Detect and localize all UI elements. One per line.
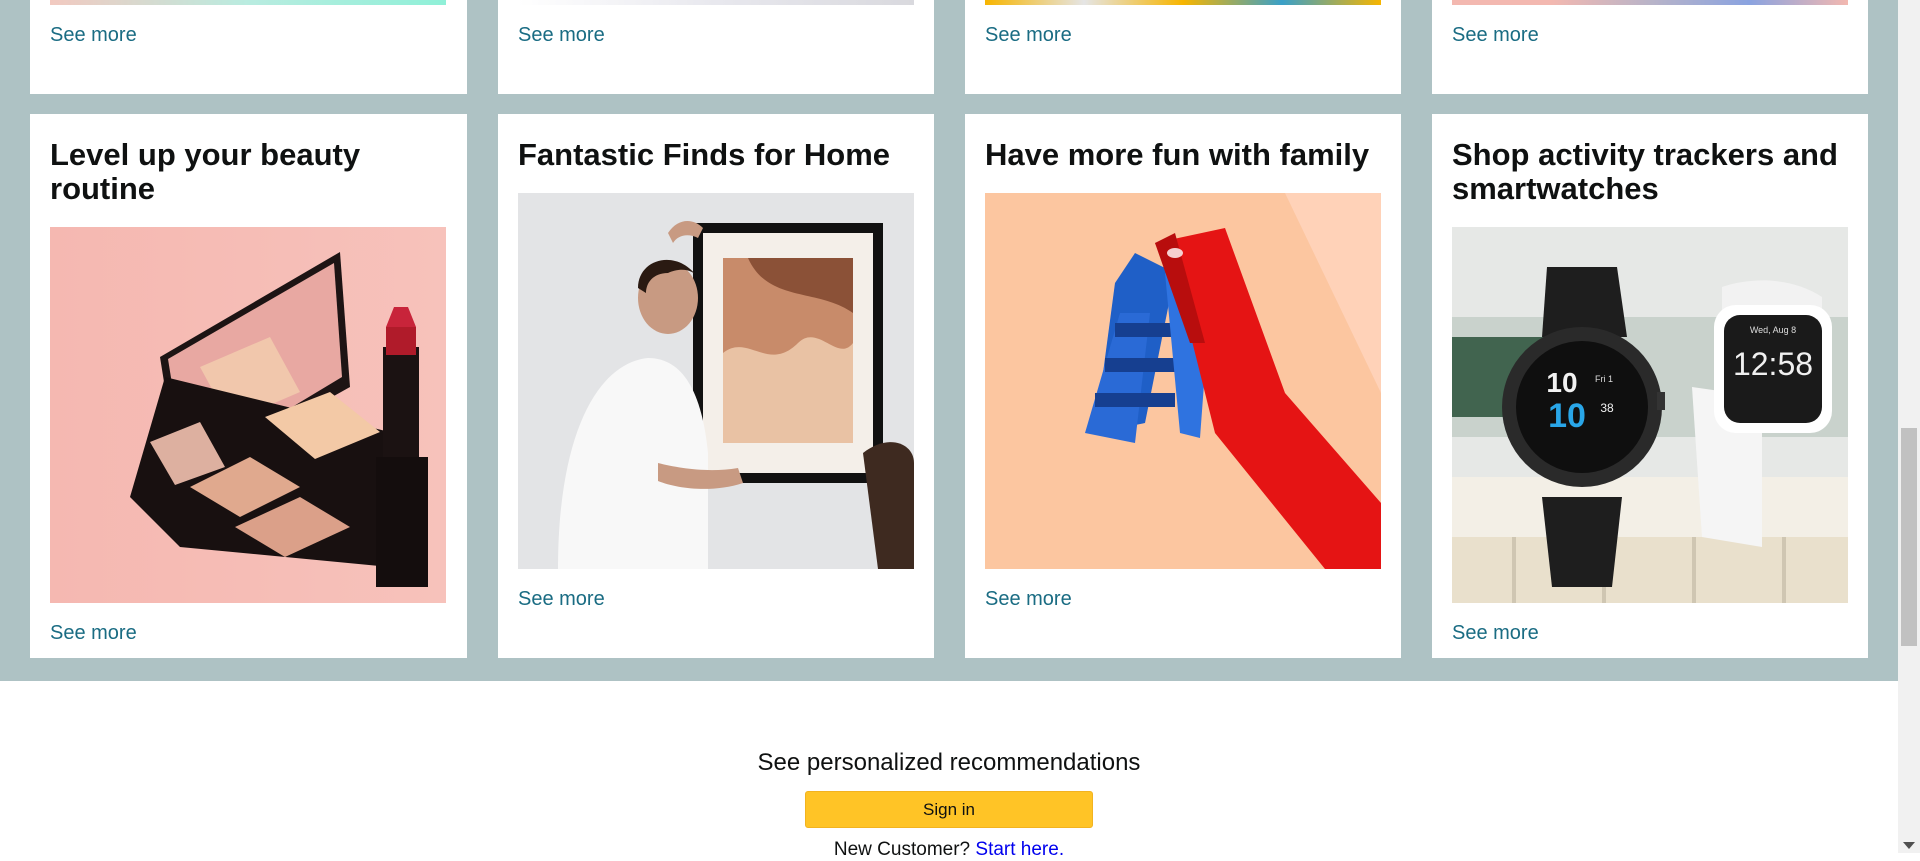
see-more-link[interactable]: See more — [985, 588, 1072, 611]
card-image-edge — [1452, 0, 1848, 5]
makeup-palette-lipstick-image[interactable] — [50, 227, 446, 603]
left-watch-second: 38 — [1600, 401, 1614, 415]
personalized-recommendations-text: See personalized recommendations — [757, 749, 1141, 776]
see-more-link[interactable]: See more — [50, 24, 137, 47]
signin-section: See personalized recommendations Sign in… — [0, 681, 1898, 860]
left-watch-label: Fri 1 — [1595, 374, 1613, 384]
see-more-link[interactable]: See more — [985, 24, 1072, 47]
card-home: Fantastic Finds for Home See more — [498, 114, 934, 658]
see-more-link[interactable]: See more — [518, 588, 605, 611]
card-top-4: See more — [1432, 0, 1868, 94]
card-top-3: See more — [965, 0, 1401, 94]
card-image-edge — [50, 0, 446, 5]
see-more-link[interactable]: See more — [1452, 622, 1539, 645]
card-top-1: See more — [30, 0, 467, 94]
left-watch-hour: 10 — [1546, 367, 1577, 398]
page: See more See more See more See more Leve… — [0, 0, 1898, 860]
scrollbar-thumb[interactable] — [1901, 428, 1917, 646]
vertical-scrollbar[interactable] — [1898, 0, 1920, 853]
new-customer-text: New Customer? — [833, 839, 971, 860]
card-family: Have more fun with family See more — [965, 114, 1401, 658]
card-title: Have more fun with family — [985, 137, 1370, 172]
new-customer-line: New Customer? Start here. — [0, 839, 1898, 861]
card-title: Fantastic Finds for Home — [518, 137, 891, 172]
kids-slide-image[interactable] — [985, 193, 1381, 569]
start-here-link[interactable]: Start here. — [975, 839, 1064, 860]
card-image-edge — [518, 0, 914, 5]
card-title: Shop activity trackers and smartwatches — [1452, 137, 1838, 206]
right-watch-date: Wed, Aug 8 — [1750, 325, 1796, 335]
card-top-2: See more — [498, 0, 934, 94]
card-title: Level up your beauty routine — [50, 137, 361, 206]
smartwatches-image[interactable]: Wed, Aug 8 12:58 10 Fri 1 10 38 — [1452, 227, 1848, 603]
see-more-link[interactable]: See more — [518, 24, 605, 47]
left-watch-minute: 10 — [1548, 397, 1586, 435]
card-beauty: Level up your beauty routine See more — [30, 114, 467, 658]
card-image-edge — [985, 0, 1381, 5]
see-more-link[interactable]: See more — [50, 622, 137, 645]
see-more-link[interactable]: See more — [1452, 24, 1539, 47]
sign-in-button[interactable]: Sign in — [805, 791, 1093, 828]
man-hanging-framed-art-image[interactable] — [518, 193, 914, 569]
scroll-down-arrow-icon[interactable] — [1903, 842, 1915, 849]
card-smartwatches: Shop activity trackers and smartwatches … — [1432, 114, 1868, 658]
right-watch-time: 12:58 — [1733, 346, 1813, 382]
